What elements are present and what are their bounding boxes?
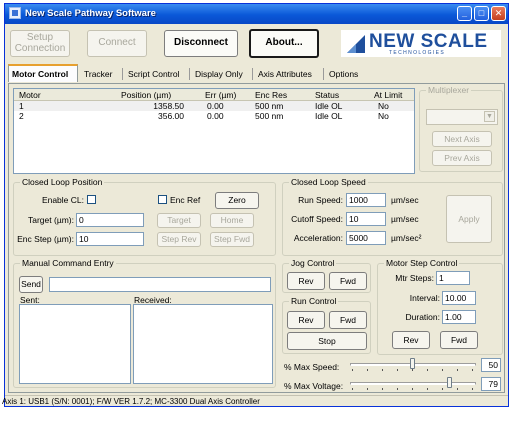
- received-list[interactable]: [133, 304, 273, 384]
- motor-step-group: Motor Step Control Mtr Steps: 1 Interval…: [377, 258, 503, 355]
- send-button[interactable]: Send: [19, 276, 43, 293]
- next-axis-button[interactable]: Next Axis: [432, 131, 492, 147]
- maximize-button[interactable]: □: [474, 6, 489, 21]
- enable-cl-label: Enable CL:: [41, 195, 84, 205]
- table-header: Motor Position (µm) Err (µm) Enc Res Sta…: [14, 89, 414, 101]
- status-text: Axis 1: USB1 (S/N: 0001); F/W VER 1.7.2;…: [2, 397, 260, 406]
- step-rev-motor-button[interactable]: Rev: [392, 331, 430, 349]
- closed-loop-position-title: Closed Loop Position: [20, 177, 105, 187]
- closed-loop-speed-title: Closed Loop Speed: [289, 177, 368, 187]
- home-button[interactable]: Home: [210, 213, 254, 228]
- app-window: New Scale Pathway Software _ □ ✕ Setup C…: [2, 3, 509, 407]
- app-icon: [9, 7, 21, 19]
- col-header-status[interactable]: Status: [315, 90, 339, 100]
- run-fwd-button[interactable]: Fwd: [329, 311, 367, 329]
- max-voltage-slider[interactable]: [350, 377, 476, 391]
- prev-axis-button[interactable]: Prev Axis: [432, 150, 492, 166]
- tab-tracker[interactable]: Tracker: [81, 66, 121, 82]
- mtr-steps-input[interactable]: 1: [436, 271, 470, 285]
- tab-axis-attributes[interactable]: Axis Attributes: [255, 66, 321, 82]
- multiplexer-select[interactable]: ▼: [426, 109, 498, 125]
- window-title: New Scale Pathway Software: [25, 8, 156, 19]
- multiplexer-title: Multiplexer: [426, 85, 472, 95]
- logo-sub-text: T E C H N O L O G I E S: [389, 50, 444, 56]
- chevron-down-icon[interactable]: ▼: [484, 111, 495, 122]
- col-header-at-limit[interactable]: At Limit: [374, 90, 402, 100]
- command-input[interactable]: [49, 277, 271, 292]
- col-header-motor[interactable]: Motor: [19, 90, 41, 100]
- run-speed-label: Run Speed:: [298, 195, 343, 205]
- interval-input[interactable]: 10.00: [442, 291, 476, 305]
- cutoff-speed-label: Cutoff Speed:: [291, 214, 343, 224]
- duration-label: Duration:: [405, 312, 441, 322]
- max-speed-slider-thumb[interactable]: [410, 358, 415, 369]
- disconnect-button[interactable]: Disconnect: [164, 30, 238, 57]
- acceleration-label: Acceleration:: [293, 233, 343, 243]
- step-rev-button[interactable]: Step Rev: [157, 232, 201, 247]
- multiplexer-group: Multiplexer ▼ Next Axis Prev Axis: [419, 85, 503, 172]
- max-speed-label: % Max Speed:: [284, 362, 340, 372]
- run-control-group: Run Control Rev Fwd Stop: [282, 296, 371, 354]
- max-voltage-value[interactable]: 79: [481, 377, 501, 391]
- jog-control-group: Jog Control Rev Fwd: [282, 258, 371, 293]
- max-voltage-label: % Max Voltage:: [284, 381, 344, 391]
- sent-list[interactable]: [19, 304, 131, 384]
- interval-label: Interval:: [409, 293, 440, 303]
- minimize-button[interactable]: _: [457, 6, 472, 21]
- tab-display-only[interactable]: Display Only: [192, 66, 250, 82]
- run-control-title: Run Control: [289, 296, 339, 306]
- enc-step-input[interactable]: 10: [76, 232, 144, 246]
- mtr-steps-label: Mtr Steps:: [395, 273, 434, 283]
- jog-fwd-button[interactable]: Fwd: [329, 272, 367, 290]
- step-fwd-motor-button[interactable]: Fwd: [440, 331, 478, 349]
- run-speed-unit: µm/sec: [391, 195, 419, 205]
- close-button[interactable]: ✕: [491, 6, 506, 21]
- run-rev-button[interactable]: Rev: [287, 311, 325, 329]
- motor-step-title: Motor Step Control: [384, 258, 460, 268]
- max-speed-value[interactable]: 50: [481, 358, 501, 372]
- closed-loop-speed-group: Closed Loop Speed Run Speed: 1000 µm/sec…: [282, 177, 503, 256]
- acceleration-unit: µm/sec²: [391, 233, 422, 243]
- cutoff-speed-input[interactable]: 10: [346, 212, 386, 226]
- stop-button[interactable]: Stop: [287, 332, 367, 350]
- title-bar[interactable]: New Scale Pathway Software _ □ ✕: [5, 4, 508, 24]
- acceleration-input[interactable]: 5000: [346, 231, 386, 245]
- motor-table[interactable]: Motor Position (µm) Err (µm) Enc Res Sta…: [13, 88, 415, 174]
- target-input[interactable]: 0: [76, 213, 144, 227]
- table-row[interactable]: 2 356.00 0.00 500 nm Idle OL No: [14, 111, 414, 121]
- zero-button[interactable]: Zero: [215, 192, 259, 209]
- tab-motor-control[interactable]: Motor Control: [8, 64, 78, 82]
- status-bar: Axis 1: USB1 (S/N: 0001); F/W VER 1.7.2;…: [2, 395, 508, 407]
- run-speed-input[interactable]: 1000: [346, 193, 386, 207]
- connect-button[interactable]: Connect: [87, 30, 147, 57]
- jog-control-title: Jog Control: [289, 258, 337, 268]
- col-header-position[interactable]: Position (µm): [121, 90, 171, 100]
- target-label: Target (µm):: [28, 215, 74, 225]
- company-logo: NEW SCALE T E C H N O L O G I E S: [341, 30, 501, 57]
- table-row[interactable]: 1 1358.50 0.00 500 nm Idle OL No: [14, 101, 414, 111]
- enc-ref-checkbox[interactable]: [158, 195, 167, 204]
- duration-input[interactable]: 1.00: [442, 310, 476, 324]
- col-header-err[interactable]: Err (µm): [205, 90, 236, 100]
- max-voltage-slider-thumb[interactable]: [447, 377, 452, 388]
- tab-strip: Motor Control Tracker Script Control Dis…: [8, 64, 505, 84]
- enc-ref-label: Enc Ref: [170, 195, 201, 205]
- jog-rev-button[interactable]: Rev: [287, 272, 325, 290]
- tab-script-control[interactable]: Script Control: [125, 66, 187, 82]
- max-speed-slider[interactable]: [350, 358, 476, 372]
- enable-cl-checkbox[interactable]: [87, 195, 96, 204]
- setup-connection-button[interactable]: Setup Connection: [10, 30, 70, 57]
- tab-options[interactable]: Options: [326, 66, 366, 82]
- about-button[interactable]: About...: [249, 29, 319, 58]
- step-fwd-button[interactable]: Step Fwd: [210, 232, 254, 247]
- apply-button[interactable]: Apply: [446, 195, 492, 243]
- enc-step-label: Enc Step (µm):: [17, 234, 74, 244]
- manual-command-group: Manual Command Entry Send Sent: Received…: [13, 258, 276, 388]
- manual-command-title: Manual Command Entry: [20, 258, 116, 268]
- target-button[interactable]: Target: [157, 213, 201, 228]
- logo-mark-icon: [347, 35, 365, 53]
- col-header-enc-res[interactable]: Enc Res: [255, 90, 287, 100]
- cutoff-speed-unit: µm/sec: [391, 214, 419, 224]
- closed-loop-position-group: Closed Loop Position Enable CL: Enc Ref …: [13, 177, 276, 256]
